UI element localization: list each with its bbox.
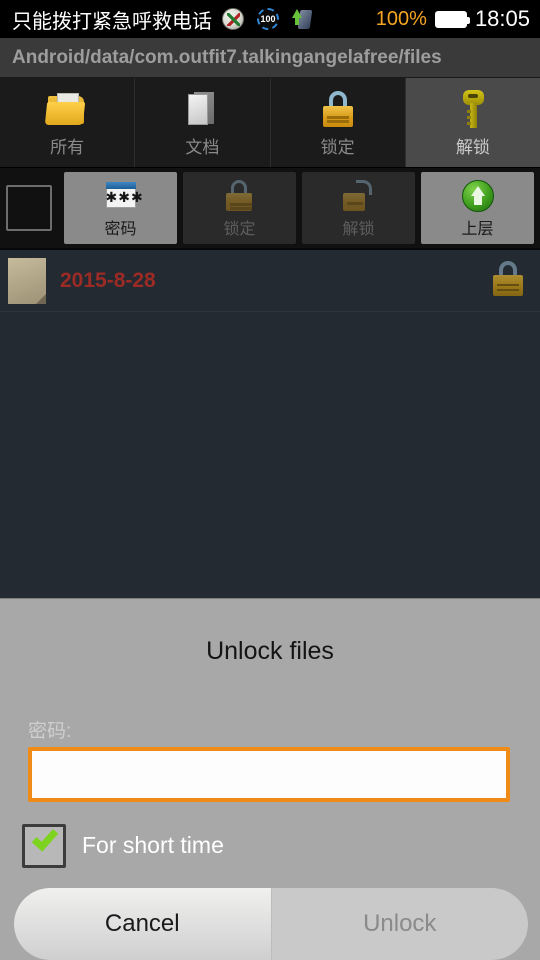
unlock-button-toolbar[interactable]: 解锁	[302, 172, 415, 244]
dialog-button-row: Cancel Unlock	[14, 887, 528, 960]
dialog-title: Unlock files	[206, 637, 334, 665]
file-thumbnail	[8, 257, 46, 304]
password-window-icon: ✱✱✱	[103, 178, 143, 214]
short-time-label: For short time	[82, 832, 224, 859]
battery-circle-value: 100	[260, 13, 276, 24]
unlock-files-dialog: Unlock files 密码: For short time Cancel U…	[0, 598, 540, 960]
tab-all[interactable]: 所有	[0, 78, 136, 167]
app-screen: 只能拨打紧急呼救电话 100 100% 18:05 Android/data/c…	[0, 0, 540, 960]
tab-documents-label: 文档	[185, 138, 220, 157]
short-time-checkbox[interactable]	[22, 823, 66, 868]
tab-unlock[interactable]: 解锁	[405, 78, 540, 167]
tab-documents[interactable]: 文档	[135, 78, 271, 167]
lock-button[interactable]: 锁定	[183, 172, 296, 244]
documents-icon	[180, 87, 224, 131]
battery-circle-100-icon: 100	[257, 8, 279, 30]
file-name-label: 2015-8-28	[60, 268, 156, 292]
table-row[interactable]: 2015-8-28	[0, 250, 540, 312]
carrier-text: 只能拨打紧急呼救电话	[12, 10, 212, 33]
padlock-closed-icon	[316, 87, 360, 131]
tab-all-label: 所有	[50, 138, 85, 157]
compass-icon	[222, 8, 244, 30]
lock-button-label: 锁定	[223, 220, 256, 238]
phone-upload-icon	[292, 8, 313, 30]
tab-locked-label: 锁定	[320, 138, 355, 157]
up-level-button[interactable]: 上层	[421, 172, 534, 244]
action-toolbar: ✱✱✱ 密码 锁定 解锁 上层	[0, 168, 540, 250]
padlock-closed-icon	[222, 178, 258, 214]
unlock-button[interactable]: Unlock	[271, 887, 528, 960]
checkmark-icon	[31, 824, 59, 852]
battery-full-icon	[434, 10, 470, 28]
cancel-button[interactable]: Cancel	[14, 887, 272, 960]
key-icon	[451, 87, 495, 131]
password-field-label: 密码:	[28, 721, 72, 742]
battery-percent: 100%	[375, 7, 427, 30]
padlock-closed-icon	[488, 260, 528, 302]
tab-bar: 所有 文档 锁定 解锁	[0, 78, 540, 168]
status-icons: 100	[222, 8, 313, 30]
clock-text: 18:05	[474, 6, 530, 31]
up-level-button-label: 上层	[461, 220, 494, 238]
unlock-button-toolbar-label: 解锁	[342, 220, 375, 238]
status-right-group: 100% 18:05	[376, 6, 530, 32]
padlock-open-icon	[341, 178, 377, 214]
select-all-checkbox[interactable]	[6, 185, 52, 231]
folder-icon	[44, 87, 89, 131]
path-bar[interactable]: Android/data/com.outfit7.talkingangelafr…	[0, 38, 540, 78]
tab-locked[interactable]: 锁定	[270, 78, 406, 167]
password-button-label: 密码	[104, 220, 137, 238]
current-path-text: Android/data/com.outfit7.talkingangelafr…	[12, 46, 442, 68]
short-time-row[interactable]: For short time	[22, 823, 520, 868]
password-button[interactable]: ✱✱✱ 密码	[64, 172, 177, 244]
file-list[interactable]: 2015-8-28	[0, 250, 540, 598]
status-bar: 只能拨打紧急呼救电话 100 100% 18:05	[0, 0, 540, 38]
password-input[interactable]	[28, 747, 510, 802]
up-level-arrow-icon	[460, 178, 496, 214]
tab-unlock-label: 解锁	[455, 138, 490, 157]
